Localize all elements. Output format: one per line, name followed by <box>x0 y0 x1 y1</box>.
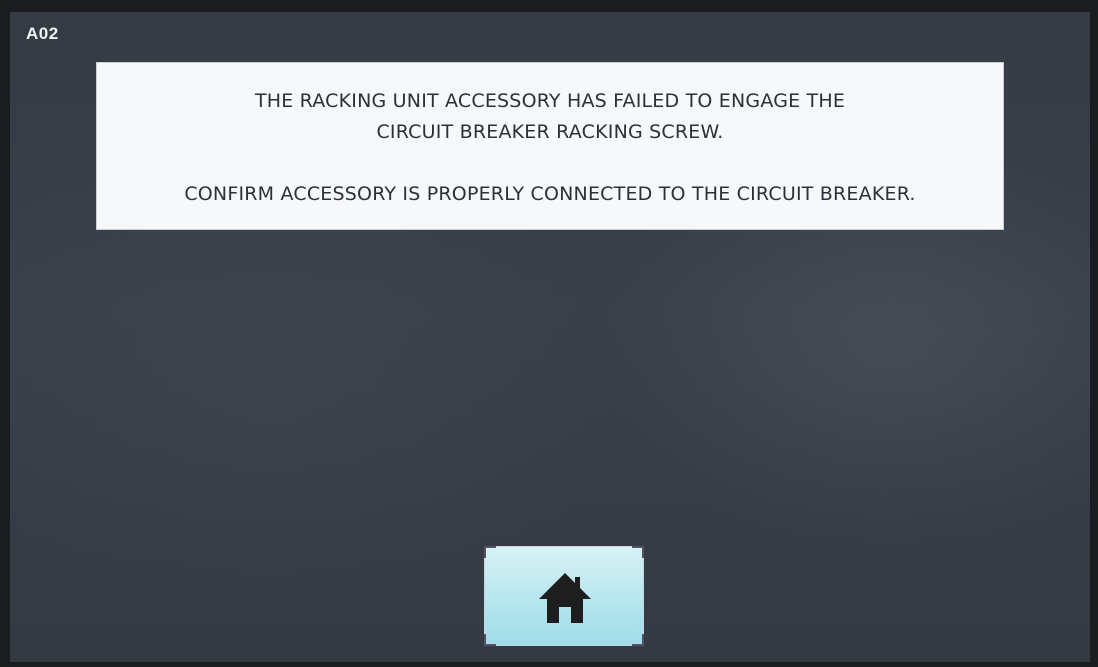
button-corner-bottom-left <box>484 634 496 646</box>
home-icon <box>539 573 591 623</box>
button-corner-top-left <box>484 546 496 558</box>
message-line-1: THE RACKING UNIT ACCESSORY HAS FAILED TO… <box>254 90 846 112</box>
error-message-box: THE RACKING UNIT ACCESSORY HAS FAILED TO… <box>96 62 1004 230</box>
device-bezel: A02 THE RACKING UNIT ACCESSORY HAS FAILE… <box>0 0 1098 667</box>
screen-code-label: A02 <box>26 24 59 43</box>
button-corner-bottom-right <box>632 634 644 646</box>
home-button[interactable] <box>484 546 644 646</box>
message-line-3: CONFIRM ACCESSORY IS PROPERLY CONNECTED … <box>184 183 916 205</box>
touch-screen: A02 THE RACKING UNIT ACCESSORY HAS FAILE… <box>10 12 1090 662</box>
button-corner-top-right <box>632 546 644 558</box>
message-line-2: CIRCUIT BREAKER RACKING SCREW. <box>376 121 724 143</box>
